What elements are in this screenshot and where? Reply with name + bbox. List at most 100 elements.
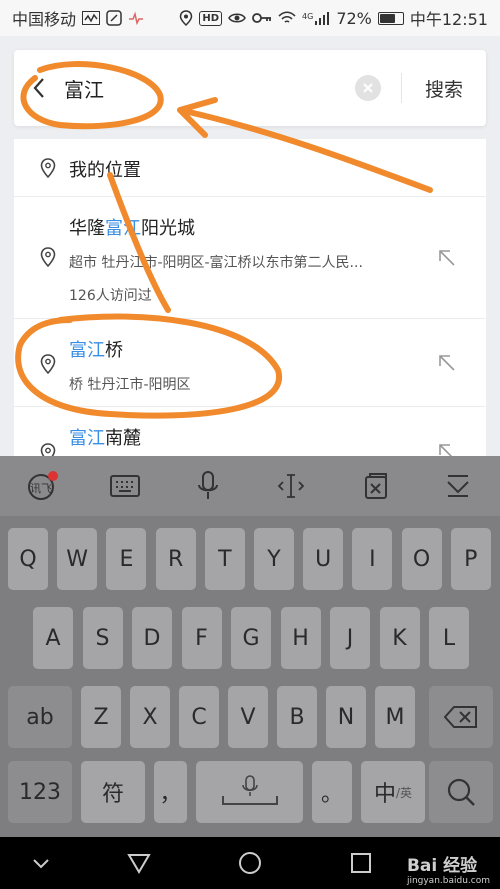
suggestion-subtitle: 超市 牡丹江市-阳明区-富江桥以东市第二人民... [69, 255, 363, 271]
status-bar: 中国移动 HD 4G 72% 中午12:51 [0, 0, 500, 36]
title-text: 阳光城 [141, 218, 195, 239]
comma-key[interactable]: ， [154, 761, 187, 823]
microphone-icon[interactable] [191, 470, 225, 502]
language-key[interactable]: 中/英 [361, 761, 425, 823]
key-j[interactable]: J [330, 607, 370, 669]
list-item[interactable]: 富江南麓 [14, 407, 486, 456]
list-item[interactable]: 我的位置 [14, 139, 486, 197]
key-a[interactable]: A [33, 607, 73, 669]
key-r[interactable]: R [155, 528, 196, 590]
visit-count: 126人访问过 [69, 288, 152, 304]
key-d[interactable]: D [132, 607, 172, 669]
key-m[interactable]: M [375, 686, 415, 748]
eye-icon [228, 13, 246, 23]
location-pin-icon [40, 158, 56, 178]
shift-key[interactable]: ab [8, 686, 72, 748]
location-pin-icon [40, 354, 56, 374]
nav-recent-icon[interactable] [348, 850, 374, 876]
cursor-move-icon[interactable] [274, 470, 308, 502]
number-key[interactable]: 123 [8, 761, 72, 823]
suggestion-list: 我的位置 华隆富江阳光城 超市 牡丹江市-阳明区-富江桥以东市第二人民... 1… [14, 139, 486, 456]
key-s[interactable]: S [82, 607, 123, 669]
key-e[interactable]: E [106, 528, 147, 590]
iflytek-logo-icon[interactable]: 讯飞 [25, 470, 59, 502]
keyboard-icon[interactable] [108, 470, 142, 502]
key-c[interactable]: C [179, 686, 219, 748]
lang-label: 中 [373, 782, 396, 807]
signal-icon [315, 12, 330, 25]
key-k[interactable]: K [379, 607, 420, 669]
search-input[interactable]: 富江 [64, 74, 355, 103]
key-icon [252, 13, 272, 23]
title-highlight: 富江 [105, 218, 141, 239]
fill-arrow-icon[interactable] [438, 249, 456, 267]
link-icon [106, 10, 122, 26]
key-t[interactable]: T [204, 528, 245, 590]
watermark-url: jingyan.baidu.com [406, 876, 490, 886]
title-text: 华隆 [69, 218, 105, 239]
clear-button[interactable] [355, 75, 381, 101]
key-y[interactable]: Y [254, 528, 294, 590]
back-button[interactable] [14, 77, 64, 99]
key-i[interactable]: I [352, 528, 393, 590]
clock: 中午12:51 [409, 10, 488, 29]
key-b[interactable]: B [277, 686, 317, 748]
key-g[interactable]: G [231, 607, 271, 669]
microphone-icon [221, 775, 278, 805]
location-pin-icon [40, 443, 56, 456]
search-icon [447, 778, 475, 806]
suggestion-subtitle: 桥 牡丹江市-阳明区 [69, 377, 191, 393]
search-key[interactable] [429, 761, 493, 823]
suggestion-title: 我的位置 [69, 160, 141, 181]
hd-badge: HD [199, 10, 223, 26]
key-w[interactable]: W [57, 528, 98, 590]
list-item[interactable]: 富江桥 桥 牡丹江市-阳明区 [14, 319, 486, 407]
key-h[interactable]: H [280, 607, 321, 669]
title-highlight: 富江 [69, 340, 105, 361]
collapse-keyboard-icon[interactable] [441, 470, 475, 502]
location-icon [180, 10, 193, 26]
lang-sub-label: /英 [395, 785, 413, 800]
key-q[interactable]: Q [8, 528, 48, 590]
backspace-key[interactable] [429, 686, 493, 748]
key-u[interactable]: U [303, 528, 344, 590]
navigation-bar: Bai 经验 jingyan.baidu.com [0, 837, 500, 889]
key-z[interactable]: Z [81, 686, 121, 748]
svg-text:讯飞: 讯飞 [30, 482, 52, 495]
key-p[interactable]: P [450, 528, 491, 590]
battery-percent: 72% [336, 8, 372, 28]
nav-home-icon[interactable] [237, 850, 263, 876]
key-o[interactable]: O [401, 528, 442, 590]
battery-icon [377, 11, 404, 25]
suggestion-title: 富江南麓 [69, 424, 141, 450]
symbol-key[interactable]: 符 [81, 761, 145, 823]
location-pin-icon [40, 247, 56, 267]
search-button[interactable]: 搜索 [402, 75, 486, 102]
suggestion-title: 富江桥 [69, 336, 123, 362]
nav-down-icon[interactable] [28, 850, 54, 876]
title-text: 桥 [105, 340, 123, 361]
space-key[interactable] [196, 761, 303, 823]
key-l[interactable]: L [429, 607, 469, 669]
key-v[interactable]: V [228, 686, 268, 748]
title-text: 南麓 [105, 428, 141, 449]
title-highlight: 富江 [69, 428, 105, 449]
activity-icon [82, 11, 101, 25]
clipboard-icon[interactable] [358, 470, 392, 502]
key-n[interactable]: N [326, 686, 366, 748]
watermark-logo: Bai 经验 [406, 856, 478, 876]
heartbeat-icon [129, 11, 144, 25]
clear-circle-icon [363, 83, 373, 93]
period-key[interactable]: 。 [312, 761, 352, 823]
suggestion-title: 华隆富江阳光城 [69, 214, 195, 240]
keyboard: 讯飞 QWERTYUIOP ASDFGHJKL ZXCVBNM ab 123 符 ，… [0, 456, 500, 837]
search-bar: 富江 搜索 [14, 50, 486, 126]
fill-arrow-icon[interactable] [438, 443, 456, 456]
key-x[interactable]: X [130, 686, 170, 748]
nav-back-icon[interactable] [126, 850, 152, 876]
key-f[interactable]: F [181, 607, 222, 669]
list-item[interactable]: 华隆富江阳光城 超市 牡丹江市-阳明区-富江桥以东市第二人民... 126人访问… [14, 197, 486, 319]
fill-arrow-icon[interactable] [438, 354, 456, 372]
keyboard-toolbar: 讯飞 [0, 456, 500, 516]
wifi-icon [278, 11, 296, 23]
